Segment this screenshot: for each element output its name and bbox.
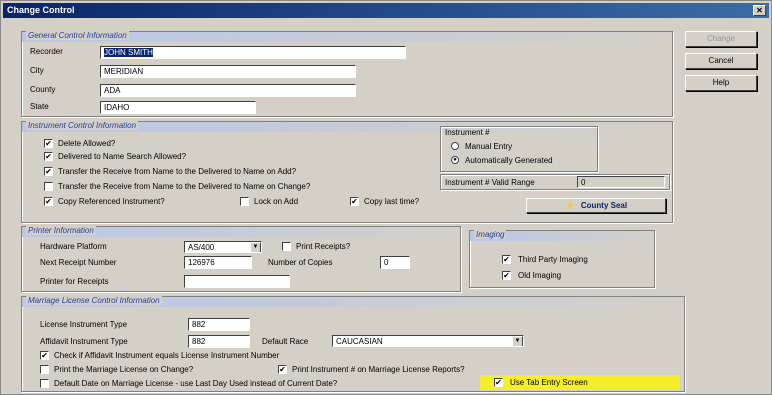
hardware-platform-label: Hardware Platform xyxy=(40,242,107,251)
county-seal-button[interactable]: ⚡ County Seal xyxy=(526,198,666,213)
instrument-control-title: Instrument Control Information xyxy=(26,121,139,130)
change-button[interactable]: Change xyxy=(685,31,757,47)
title-bar: Change Control ✕ xyxy=(3,3,769,18)
next-receipt-label: Next Receipt Number xyxy=(40,258,117,267)
transfer-on-add-label: Transfer the Receive from Name to the De… xyxy=(58,167,297,176)
manual-entry-label: Manual Entry xyxy=(465,142,513,151)
city-field[interactable]: MERIDIAN xyxy=(100,65,356,78)
manual-entry-radio[interactable] xyxy=(451,142,459,150)
instrument-number-group: Instrument # Manual Entry ● Automaticall… xyxy=(440,126,598,172)
use-tab-entry-checkbox[interactable]: ✔ xyxy=(494,378,503,387)
delete-allowed-checkbox[interactable]: ✔ xyxy=(44,139,53,148)
lock-on-add-label: Lock on Add xyxy=(254,197,299,206)
seal-icon: ⚡ xyxy=(564,201,575,210)
county-label: County xyxy=(30,85,56,94)
license-type-field[interactable]: 882 xyxy=(188,318,250,331)
printer-info-group: Printer Information Hardware Platform AS… xyxy=(21,226,461,292)
general-control-group: General Control Information Recorder JOH… xyxy=(21,31,673,117)
delivered-allowed-label: Delivered to Name Search Allowed? xyxy=(58,152,187,161)
copy-referenced-checkbox[interactable]: ✔ xyxy=(44,197,53,206)
check-affidavit-label: Check if Affidavit Instrument equals Lic… xyxy=(54,351,280,360)
county-field[interactable]: ADA xyxy=(100,84,356,97)
recorder-field[interactable]: JOHN SMITH xyxy=(100,46,406,59)
close-icon[interactable]: ✕ xyxy=(753,5,766,16)
copy-last-time-checkbox[interactable]: ✔ xyxy=(350,197,359,206)
general-control-title: General Control Information xyxy=(26,31,129,40)
valid-range-box: Instrument # Valid Range 0 xyxy=(440,174,670,190)
copies-label: Number of Copies xyxy=(268,258,333,267)
transfer-on-add-checkbox[interactable]: ✔ xyxy=(44,167,53,176)
copy-last-time-label: Copy last time? xyxy=(364,197,420,206)
help-button[interactable]: Help xyxy=(685,75,757,91)
use-tab-entry-label: Use Tab Entry Screen xyxy=(510,378,588,387)
print-on-change-checkbox[interactable] xyxy=(40,365,49,374)
next-receipt-field[interactable]: 126976 xyxy=(184,256,252,269)
auto-generated-radio[interactable]: ● xyxy=(451,156,459,164)
default-date-label: Default Date on Marriage License - use L… xyxy=(54,379,338,388)
valid-range-field[interactable]: 0 xyxy=(577,176,665,188)
default-race-select[interactable]: CAUCASIAN ▼ xyxy=(332,335,524,347)
auto-generated-label: Automatically Generated xyxy=(465,156,553,165)
cancel-button[interactable]: Cancel xyxy=(685,53,757,69)
old-imaging-label: Old Imaging xyxy=(518,271,562,280)
print-instrument-reports-checkbox[interactable]: ✔ xyxy=(278,365,287,374)
copies-field[interactable]: 0 xyxy=(380,256,410,269)
marriage-license-title: Marriage License Control Information xyxy=(26,296,162,305)
lock-on-add-checkbox[interactable] xyxy=(240,197,249,206)
city-label: City xyxy=(30,66,44,75)
third-party-imaging-label: Third Party Imaging xyxy=(518,255,588,264)
affidavit-type-field[interactable]: 882 xyxy=(188,335,250,348)
change-control-window: Change Control ✕ Change Cancel Help Gene… xyxy=(0,0,772,395)
state-field[interactable]: IDAHO xyxy=(100,101,256,114)
transfer-on-change-label: Transfer the Receive from Name to the De… xyxy=(58,182,311,191)
print-receipts-checkbox[interactable] xyxy=(282,242,291,251)
print-on-change-label: Print the Marriage License on Change? xyxy=(54,365,194,374)
printer-receipts-field[interactable] xyxy=(184,275,290,288)
transfer-on-change-checkbox[interactable] xyxy=(44,182,53,191)
imaging-group: Imaging ✔ Third Party Imaging ✔ Old Imag… xyxy=(469,230,655,288)
third-party-imaging-checkbox[interactable]: ✔ xyxy=(502,255,511,264)
print-receipts-label: Print Receipts? xyxy=(296,242,351,251)
check-affidavit-checkbox[interactable]: ✔ xyxy=(40,351,49,360)
print-instrument-reports-label: Print Instrument # on Marriage License R… xyxy=(292,365,465,374)
chevron-down-icon[interactable]: ▼ xyxy=(512,336,523,346)
chevron-down-icon[interactable]: ▼ xyxy=(250,242,261,252)
state-label: State xyxy=(30,102,49,111)
printer-info-title: Printer Information xyxy=(26,226,96,235)
affidavit-type-label: Affidavit Instrument Type xyxy=(40,337,128,346)
instrument-number-title: Instrument # xyxy=(445,128,490,137)
license-type-label: License Instrument Type xyxy=(40,320,128,329)
marriage-license-group: Marriage License Control Information Lic… xyxy=(21,296,685,392)
delete-allowed-label: Delete Allowed? xyxy=(58,139,116,148)
valid-range-label: Instrument # Valid Range xyxy=(445,178,535,187)
imaging-title: Imaging xyxy=(474,230,507,239)
default-date-checkbox[interactable] xyxy=(40,379,49,388)
instrument-control-group: Instrument Control Information ✔ Delete … xyxy=(21,121,673,223)
old-imaging-checkbox[interactable]: ✔ xyxy=(502,271,511,280)
delivered-allowed-checkbox[interactable]: ✔ xyxy=(44,152,53,161)
copy-referenced-label: Copy Referenced Instrument? xyxy=(58,197,165,206)
window-title: Change Control xyxy=(7,5,75,15)
recorder-label: Recorder xyxy=(30,47,63,56)
printer-receipts-label: Printer for Receipts xyxy=(40,277,109,286)
default-race-label: Default Race xyxy=(262,337,309,346)
hardware-platform-select[interactable]: AS/400 ▼ xyxy=(184,241,262,253)
